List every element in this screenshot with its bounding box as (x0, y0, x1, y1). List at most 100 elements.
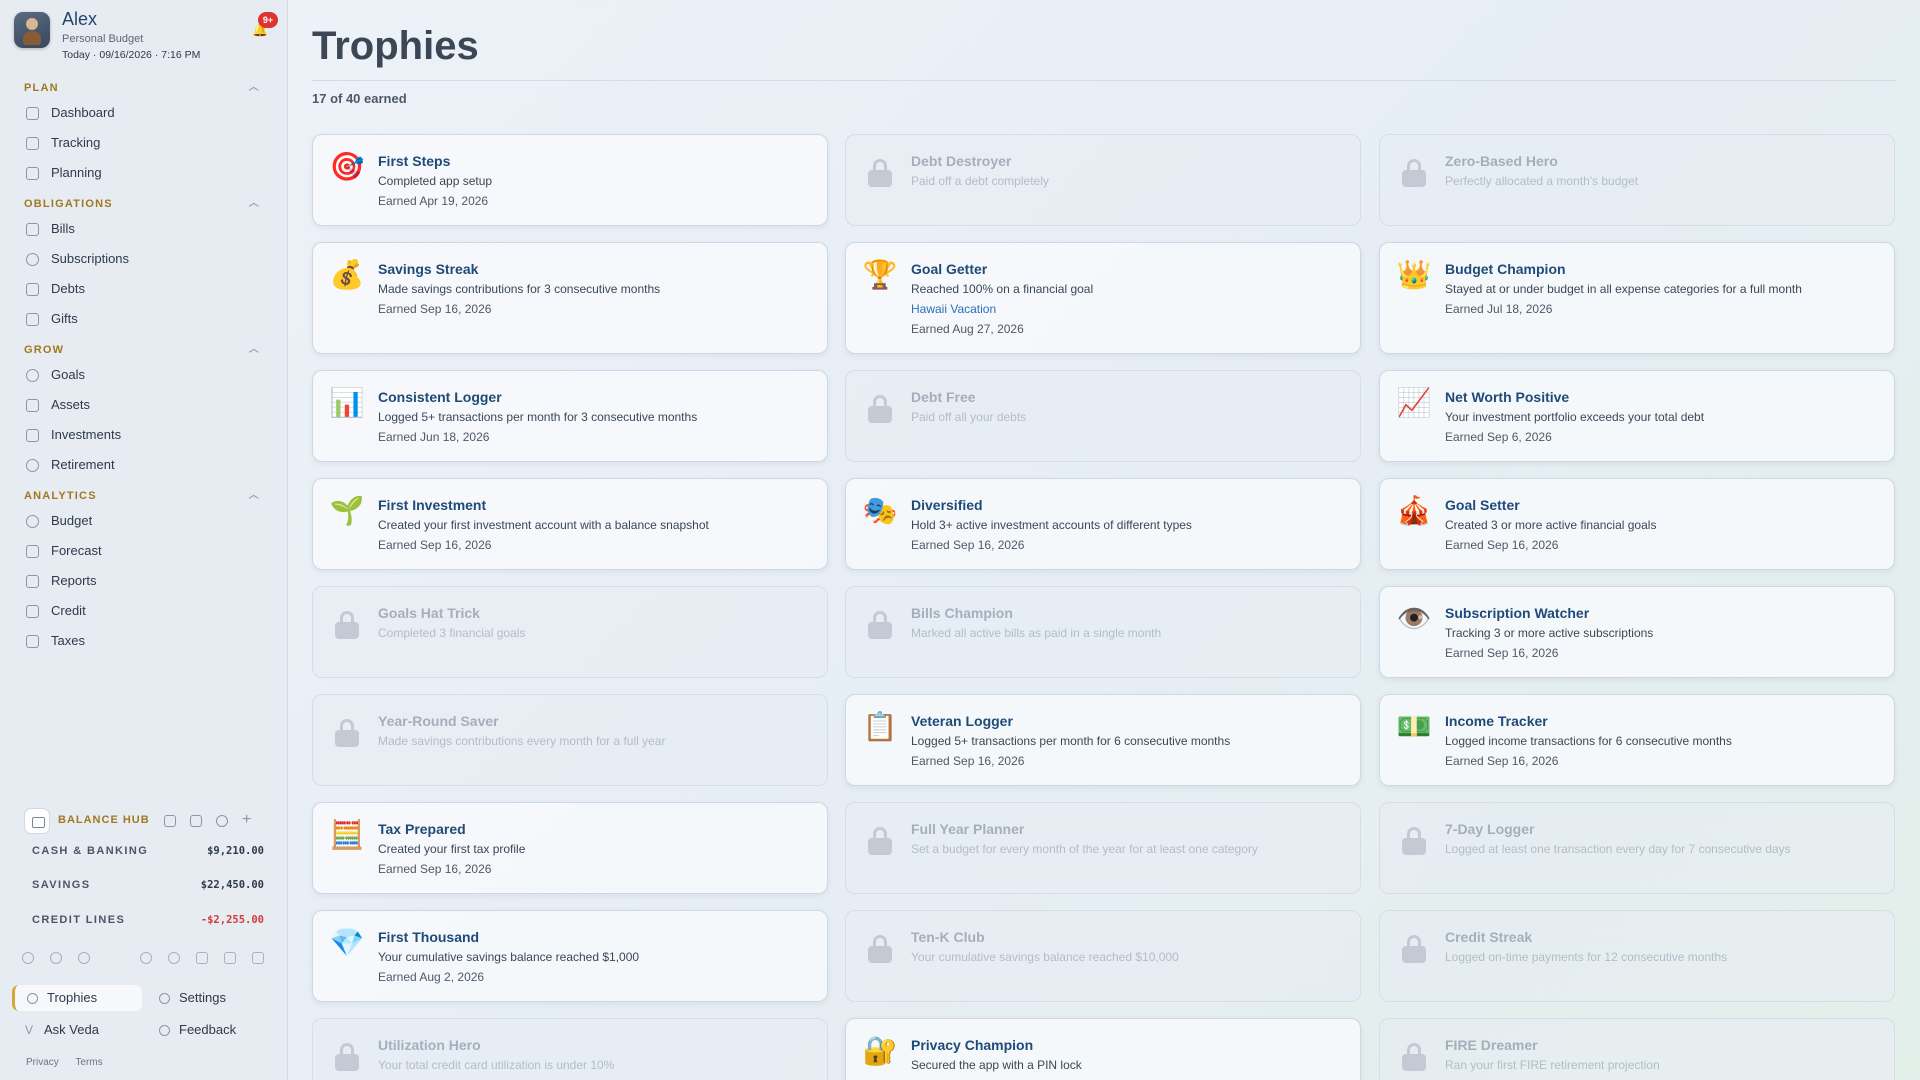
hub-row-credit[interactable]: CREDIT LINES -$2,255.00 (32, 911, 264, 931)
trophy-card[interactable]: Goals Hat Trick Completed 3 financial goa… (312, 586, 828, 678)
trophy-card[interactable]: 🧮 Tax Prepared Created your first tax prof… (312, 802, 828, 894)
layout-icon[interactable] (252, 952, 264, 964)
sidebar-item-debts[interactable]: Debts (0, 274, 288, 304)
profile-header[interactable]: Alex Personal Budget Today · 09/16/2026 … (14, 9, 278, 64)
sidebar-item-reports[interactable]: Reports (0, 566, 288, 596)
trophy-card[interactable]: FIRE Dreamer Ran your first FIRE retireme… (1379, 1018, 1895, 1080)
privacy-link[interactable]: Privacy (26, 1057, 59, 1068)
footer-links: Privacy Terms (26, 1057, 117, 1068)
section-obligations[interactable]: OBLIGATIONS ︿ (0, 194, 288, 214)
hub-row-savings[interactable]: SAVINGS $22,450.00 (32, 876, 264, 896)
sidebar-item-taxes[interactable]: Taxes (0, 626, 288, 656)
trophy-card[interactable]: 🔐 Privacy Champion Secured the app with a … (845, 1018, 1361, 1080)
trophy-card[interactable]: 🌱 First Investment Created your first inve… (312, 478, 828, 570)
sidebar-item-investments[interactable]: Investments (0, 420, 288, 450)
trophy-card[interactable]: Debt Destroyer Paid off a debt completely (845, 134, 1361, 226)
sidebar-item-dashboard[interactable]: Dashboard (0, 98, 288, 128)
trophy-goal-link[interactable]: Hawaii Vacation (911, 302, 996, 316)
chevron-up-icon[interactable]: ︿ (249, 194, 260, 214)
trophy-title: Debt Free (911, 389, 976, 405)
trophy-card[interactable]: 📊 Consistent Logger Logged 5+ transactions… (312, 370, 828, 462)
trophy-card[interactable]: Bills Champion Marked all active bills as… (845, 586, 1361, 678)
sidebar-item-gifts[interactable]: Gifts (0, 304, 288, 334)
trophy-card[interactable]: 📋 Veteran Logger Logged 5+ transactions pe… (845, 694, 1361, 786)
trophy-card[interactable]: 7-Day Logger Logged at least one transact… (1379, 802, 1895, 894)
section-grow[interactable]: GROW ︿ (0, 340, 288, 360)
trophy-card[interactable]: Utilization Hero Your total credit card u… (312, 1018, 828, 1080)
section-analytics[interactable]: ANALYTICS ︿ (0, 486, 288, 506)
sidebar-item-retirement[interactable]: Retirement (0, 450, 288, 480)
sliders-icon[interactable] (224, 952, 236, 964)
hub-row-label: CREDIT LINES (32, 914, 126, 926)
trophy-earned-date: Earned Sep 6, 2026 (1445, 430, 1552, 444)
trophy-card[interactable]: 💎 First Thousand Your cumulative savings b… (312, 910, 828, 1002)
trophy-card[interactable]: 🏆 Goal Getter Reached 100% on a financial … (845, 242, 1361, 354)
sidebar-item-label: Credit (51, 603, 86, 618)
trophy-card[interactable]: 🎪 Goal Setter Created 3 or more active fin… (1379, 478, 1895, 570)
redo-icon[interactable] (50, 952, 62, 964)
balance-hub-tools: + (164, 811, 268, 830)
trophy-description: Perfectly allocated a month's budget (1445, 174, 1639, 188)
chevron-up-icon[interactable]: ︿ (249, 486, 260, 506)
trophy-card[interactable]: Full Year Planner Set a budget for every … (845, 802, 1361, 894)
trophy-card[interactable]: 👑 Budget Champion Stayed at or under budge… (1379, 242, 1895, 354)
sidebar-item-assets[interactable]: Assets (0, 390, 288, 420)
plus-icon[interactable]: + (242, 811, 251, 829)
trophy-card[interactable]: 👁️ Subscription Watcher Tracking 3 or more… (1379, 586, 1895, 678)
hub-row-cash[interactable]: CASH & BANKING $9,210.00 (32, 842, 264, 862)
terms-link[interactable]: Terms (75, 1057, 102, 1068)
nav-feedback[interactable]: Feedback (147, 1017, 272, 1043)
trophy-description: Set a budget for every month of the year… (911, 842, 1258, 856)
sort-icon[interactable] (164, 815, 176, 827)
trophy-card[interactable]: Credit Streak Logged on-time payments for… (1379, 910, 1895, 1002)
trophy-card[interactable]: Year-Round Saver Made savings contributio… (312, 694, 828, 786)
undo-icon[interactable] (22, 952, 34, 964)
earned-count: 17 of 40 earned (312, 91, 407, 106)
trophy-card[interactable]: 💵 Income Tracker Logged income transaction… (1379, 694, 1895, 786)
chevron-up-icon[interactable]: ︿ (249, 340, 260, 360)
calculator-icon[interactable] (196, 952, 208, 964)
trophy-title: Savings Streak (378, 261, 479, 277)
nav-ask-veda[interactable]: V Ask Veda (12, 1017, 142, 1043)
sidebar-item-forecast[interactable]: Forecast (0, 536, 288, 566)
wallet-icon[interactable] (24, 808, 50, 834)
sidebar-item-credit[interactable]: Credit (0, 596, 288, 626)
gear-icon (159, 993, 170, 1004)
abacus-icon: 🧮 (329, 819, 365, 850)
sidebar-item-budget[interactable]: Budget (0, 506, 288, 536)
history-icon[interactable] (78, 952, 90, 964)
trophy-description: Ran your first FIRE retirement projectio… (1445, 1058, 1660, 1072)
trophy-description: Logged at least one transaction every da… (1445, 842, 1791, 856)
sidebar-item-label: Reports (51, 573, 97, 588)
trophy-title: First Thousand (378, 929, 480, 945)
sidebar-item-goals[interactable]: Goals (0, 360, 288, 390)
section-plan[interactable]: PLAN ︿ (0, 78, 288, 98)
trophy-card[interactable]: Debt Free Paid off all your debts (845, 370, 1361, 462)
trophy-description: Created your first tax profile (378, 842, 526, 856)
lock-icon (1402, 827, 1426, 855)
nav-settings[interactable]: Settings (147, 985, 272, 1011)
sidebar-item-label: Forecast (51, 543, 102, 558)
sun-icon[interactable] (140, 952, 152, 964)
trophy-card[interactable]: 🎯 First Steps Completed app setup Earned Ap… (312, 134, 828, 226)
nav-trophies[interactable]: Trophies (12, 985, 142, 1011)
trophy-earned-date: Earned Aug 2, 2026 (378, 970, 485, 984)
trophy-title: Full Year Planner (911, 821, 1025, 837)
trophy-card[interactable]: Ten-K Club Your cumulative savings balanc… (845, 910, 1361, 1002)
trophy-card[interactable]: 💰 Savings Streak Made savings contribution… (312, 242, 828, 354)
trophy-description: Reached 100% on a financial goal (911, 282, 1094, 296)
eye-icon[interactable] (168, 952, 180, 964)
notification-badge[interactable]: 9+ (258, 12, 278, 28)
trophy-card[interactable]: 📈 Net Worth Positive Your investment portf… (1379, 370, 1895, 462)
sidebar-item-label: Subscriptions (51, 251, 130, 266)
trophy-card[interactable]: 🎭 Diversified Hold 3+ active investment ac… (845, 478, 1361, 570)
avatar[interactable] (14, 12, 50, 48)
sidebar-item-tracking[interactable]: Tracking (0, 128, 288, 158)
trophy-card[interactable]: Zero-Based Hero Perfectly allocated a mon… (1379, 134, 1895, 226)
gear-icon[interactable] (216, 815, 228, 827)
chevron-up-icon[interactable]: ︿ (249, 78, 260, 98)
layers-icon[interactable] (190, 815, 202, 827)
sidebar-item-planning[interactable]: Planning (0, 158, 288, 188)
sidebar-item-subscriptions[interactable]: Subscriptions (0, 244, 288, 274)
sidebar-item-bills[interactable]: Bills (0, 214, 288, 244)
